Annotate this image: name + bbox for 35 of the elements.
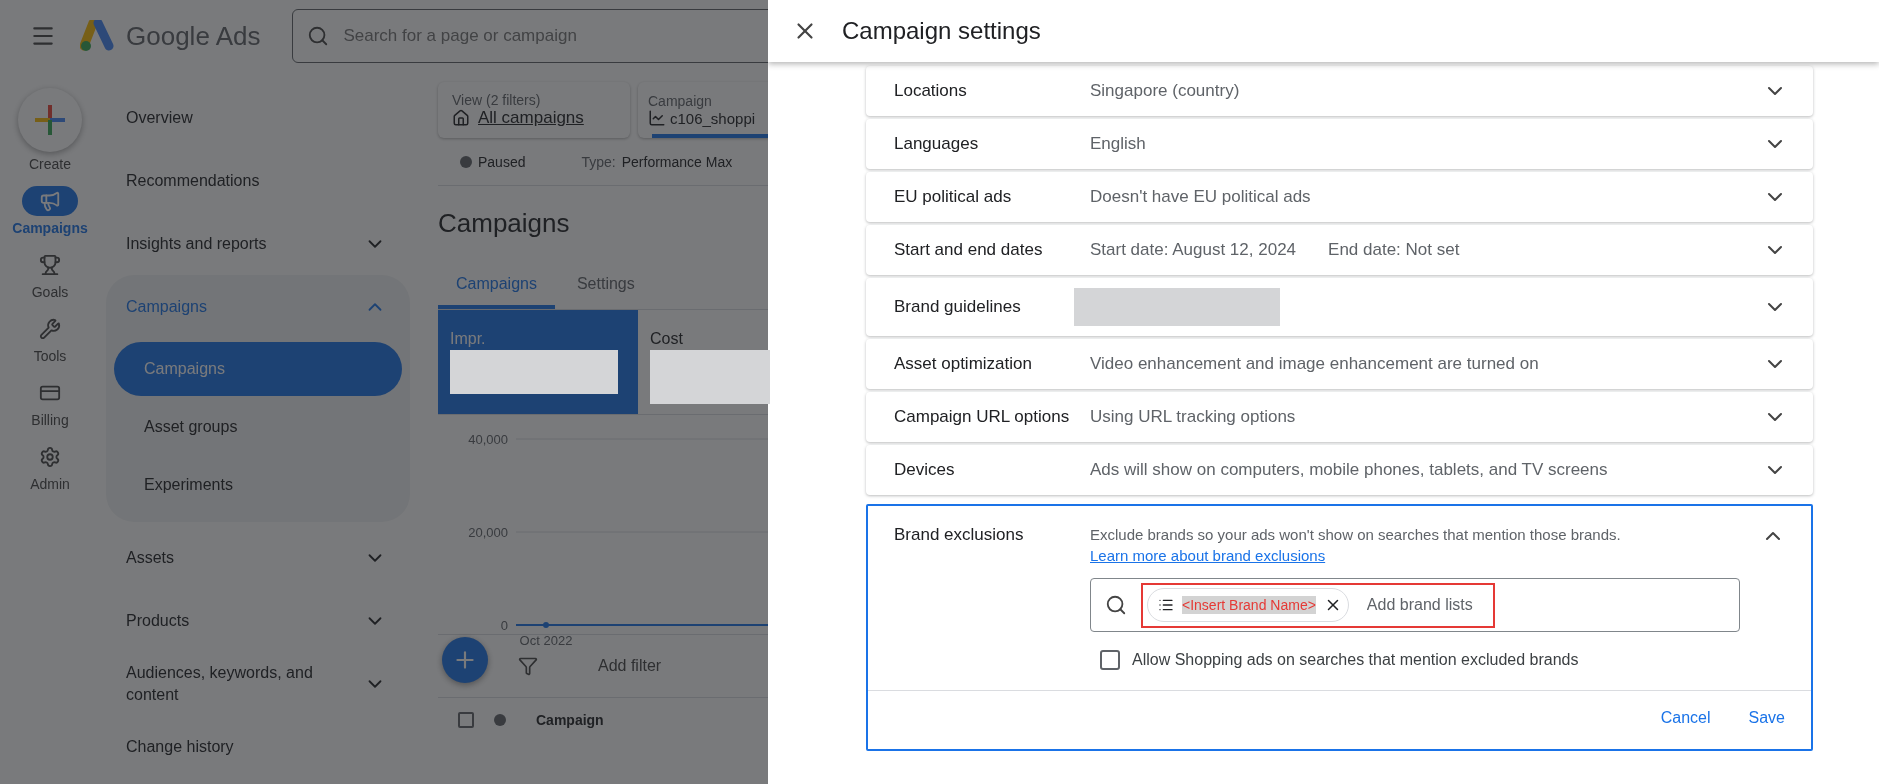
page-heading: Campaigns [438,208,571,239]
panel-title: Campaign settings [842,17,1041,45]
product-name: Google Ads [126,20,261,52]
setting-label: EU political ads [894,186,1013,208]
axis-tick-label: 20,000 [468,525,508,540]
description-text: Exclude brands so your ads won't show on searches that mention those brands. Learn more about brand exclusions [1090,525,1622,566]
setting-value: End date: Not set [1328,240,1460,260]
setting-value: English [1090,134,1146,154]
type-label: Type: Performance Max [581,153,733,170]
filter-caption: View (2 filters) [452,92,542,108]
scorecard-label: Cost [650,330,684,348]
filter-value: All campaigns [478,108,584,128]
axis-tick-label: 0 [500,618,508,633]
setting-value: Ads will show on computers, mobile phones, tablets, and TV screens [1090,460,1608,480]
setting-label: Brand guidelines [894,296,1022,318]
setting-value: Using URL tracking options [1090,407,1296,427]
setting-label: Languages [894,133,980,155]
setting-value: Singapore (country) [1090,81,1240,101]
setting-value: Video enhancement and image enhancement are turned on [1090,354,1539,374]
setting-label: Locations [894,80,968,102]
setting-label: Devices [894,459,956,481]
axis-tick-label: 40,000 [468,432,508,447]
setting-label: Brand exclusions [894,524,1025,546]
scorecard-label: Impr. [450,330,487,348]
filter-caption: Campaign [648,93,713,109]
setting-value: Doesn't have EU political ads [1090,187,1311,207]
setting-label: Start and end dates [894,239,1044,261]
filter-value: c106_shoppi [670,109,756,127]
setting-label: Campaign URL options [894,406,1071,428]
column-header: Campaign [536,712,604,728]
chip-label: <Insert Brand Name> [1182,596,1316,614]
setting-value: Start date: August 12, 2024 [1090,240,1297,260]
axis-tick-label: Oct 2022 [519,633,573,648]
setting-label: Asset optimization [894,353,1033,375]
status-label: Paused [460,153,526,170]
